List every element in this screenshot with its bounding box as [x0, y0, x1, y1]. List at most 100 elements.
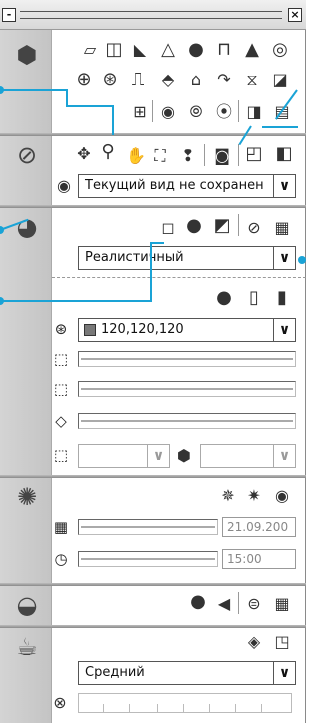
color-wheel-icon: ⊛ [54, 320, 68, 338]
sweep-icon[interactable]: ⌂ [186, 70, 206, 90]
walk-icon[interactable]: ⛶ [150, 146, 170, 166]
solid-edit-icon[interactable]: ◨ [244, 102, 264, 122]
visual-style-manager-icon[interactable]: ⊘ [244, 218, 264, 238]
toolbar-separator [238, 100, 239, 122]
color-combo[interactable]: 120,120,120 ∨ [78, 318, 296, 342]
loft-icon[interactable]: ⧖ [242, 70, 262, 90]
clock-icon: ◷ [54, 550, 68, 568]
wedge-icon[interactable]: ◣ [130, 40, 150, 60]
material-cylinder-icon[interactable]: ▯ [244, 288, 264, 308]
chevron-down-icon[interactable]: ∨ [273, 445, 295, 467]
chevron-down-icon[interactable]: ∨ [147, 445, 169, 467]
edge-color-combo[interactable]: ∨ [200, 444, 296, 468]
presspull-icon[interactable]: ⬘ [158, 70, 178, 90]
slice-icon[interactable]: ◪ [270, 70, 290, 90]
wireframe-style-icon[interactable]: ◻ [158, 218, 178, 238]
distant-light-icon[interactable]: ◉ [272, 486, 292, 506]
parallel-projection-icon[interactable]: ◰ [244, 144, 264, 164]
render-window-icon[interactable]: ◳ [272, 632, 292, 652]
toolbar-separator [204, 144, 205, 166]
material-mapping-icon[interactable]: ⊜ [244, 594, 264, 614]
time-slider[interactable] [78, 551, 218, 567]
interfere-icon[interactable]: ◉ [158, 102, 178, 122]
sphere-icon[interactable]: ● [186, 40, 206, 60]
callout-dot [298, 256, 306, 264]
render-quality-combo[interactable]: Средний ∨ [78, 661, 296, 685]
render-quality-value: Средний [85, 665, 145, 680]
pyramid-icon[interactable]: ▲ [242, 40, 262, 60]
edge-jitter-slider[interactable] [78, 413, 296, 429]
toolbar-separator [238, 214, 239, 236]
edge-settings-icon[interactable]: ▦ [272, 218, 292, 238]
union-icon[interactable]: ⊕ [74, 70, 94, 90]
callout-line [0, 300, 152, 302]
edge-mode-combo[interactable]: ∨ [78, 444, 170, 468]
callout-line [66, 105, 114, 107]
perspective-projection-icon[interactable]: ◧ [274, 144, 294, 164]
named-view-combo[interactable]: Текущий вид не сохранен ∨ [78, 174, 296, 198]
minimize-button[interactable]: - [2, 8, 16, 22]
section-divider [0, 583, 306, 586]
face-style-icon: ⬚ [53, 380, 69, 398]
toolbar-separator [238, 592, 239, 614]
box-icon[interactable]: ◫ [104, 40, 124, 60]
render-icon[interactable]: ◈ [244, 632, 264, 652]
spot-light-icon[interactable]: ✷ [244, 486, 264, 506]
visual-styles-section-icon: ◕ [16, 213, 38, 241]
named-view-icon: ◉ [57, 176, 71, 195]
modeling-section-icon: ⬢ [16, 41, 38, 69]
zoom-icon[interactable]: ⚲ [98, 142, 118, 162]
subtract-icon[interactable]: ⊛ [100, 70, 120, 90]
material-attach-icon[interactable]: ▦ [272, 594, 292, 614]
opacity-slider[interactable] [78, 351, 296, 367]
material-sphere-icon[interactable]: ● [214, 288, 234, 308]
materials-section-icon: ◒ [16, 591, 38, 619]
visual-style-value: Реалистичный [85, 250, 184, 265]
fly-icon[interactable]: ❢ [178, 146, 198, 166]
cylinder-icon[interactable]: ⊓ [214, 40, 234, 60]
dashed-divider [52, 277, 306, 278]
callout-line [112, 105, 114, 135]
edge-mode-icon: ⬚ [53, 446, 69, 464]
chevron-down-icon[interactable]: ∨ [273, 319, 295, 341]
torus-icon[interactable]: ◎ [270, 40, 290, 60]
apply-material-icon[interactable]: ◀ [214, 594, 234, 614]
pan-icon[interactable]: ✋ [126, 146, 146, 166]
section-divider [0, 475, 306, 478]
conceptual-style-icon[interactable]: ◩ [212, 216, 232, 236]
panel-titlebar[interactable]: - × [0, 0, 306, 30]
material-box-icon[interactable]: ▮ [272, 288, 292, 308]
color-swatch [84, 324, 96, 336]
orbit-icon[interactable]: ✥ [74, 144, 94, 164]
materials-browser-icon[interactable]: ● [188, 592, 208, 612]
thicken-icon[interactable]: ⦿ [214, 102, 234, 122]
point-light-icon[interactable]: ✵ [218, 486, 238, 506]
drag-grip[interactable] [20, 11, 282, 19]
chevron-down-icon[interactable]: ∨ [273, 175, 295, 197]
chevron-down-icon[interactable]: ∨ [273, 247, 295, 269]
face-style-slider[interactable] [78, 381, 296, 397]
render-settings-icon: ⊗ [53, 693, 67, 712]
realistic-style-icon[interactable]: ● [184, 216, 204, 236]
calendar-icon: ▦ [53, 518, 69, 536]
time-field[interactable]: 15:00 [222, 549, 296, 569]
polysolid-icon[interactable]: ▱ [80, 40, 100, 60]
lights-section-icon: ✺ [16, 483, 38, 511]
close-button[interactable]: × [288, 8, 302, 22]
date-slider[interactable] [78, 519, 218, 535]
extrude-icon[interactable]: ⎍ [128, 70, 148, 90]
camera-icon[interactable]: ◙ [212, 146, 232, 166]
callout-line [262, 126, 298, 128]
callout-line [150, 242, 164, 244]
cone-icon[interactable]: △ [158, 40, 178, 60]
edge-color-icon: ⬢ [177, 446, 191, 465]
section-plane-icon[interactable]: ⊞ [130, 102, 150, 122]
intersect-icon[interactable]: ⦾ [186, 102, 206, 122]
revolve-icon[interactable]: ↷ [214, 70, 234, 90]
render-progress-slider[interactable] [78, 693, 292, 713]
date-field[interactable]: 21.09.200 [222, 517, 296, 537]
section-divider [0, 133, 306, 136]
visual-style-combo[interactable]: Реалистичный ∨ [78, 246, 296, 270]
chevron-down-icon[interactable]: ∨ [273, 662, 295, 684]
edge-jitter-icon: ◇ [55, 412, 67, 430]
